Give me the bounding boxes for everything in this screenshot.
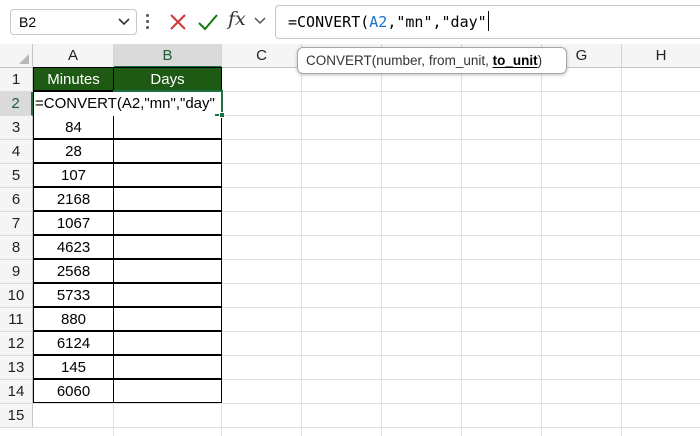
tooltip-function: CONVERT( bbox=[306, 53, 377, 68]
formula-prefix: =CONVERT( bbox=[288, 13, 370, 31]
chevron-down-icon[interactable] bbox=[254, 16, 266, 26]
table-cell-minutes[interactable]: 84 bbox=[33, 115, 114, 139]
row-header-12[interactable]: 12 bbox=[0, 332, 33, 356]
fx-icon[interactable]: fx bbox=[228, 8, 246, 30]
table-cell-days[interactable] bbox=[113, 379, 222, 403]
cell-edit-text[interactable]: =CONVERT(A2,"mn","day" bbox=[34, 92, 215, 116]
table-cell-days[interactable] bbox=[113, 259, 222, 283]
row-header-7[interactable]: 7 bbox=[0, 212, 33, 236]
table-cell-days[interactable] bbox=[113, 307, 222, 331]
row-header-15[interactable]: 15 bbox=[0, 404, 33, 428]
table-cell-minutes[interactable]: 880 bbox=[33, 307, 114, 331]
row-header-13[interactable]: 13 bbox=[0, 356, 33, 380]
chevron-down-icon[interactable] bbox=[118, 17, 130, 27]
tooltip-separator: , bbox=[485, 53, 493, 68]
column-header-h[interactable]: H bbox=[622, 44, 700, 68]
text-caret bbox=[487, 11, 489, 31]
gridline bbox=[301, 68, 302, 436]
table-cell-minutes[interactable]: 5733 bbox=[33, 283, 114, 307]
table-cell-days[interactable] bbox=[113, 355, 222, 379]
row-header-9[interactable]: 9 bbox=[0, 260, 33, 284]
row-header-11[interactable]: 11 bbox=[0, 308, 33, 332]
row-header-1[interactable]: 1 bbox=[0, 68, 33, 92]
tooltip-separator: , bbox=[421, 53, 429, 68]
table-cell-minutes[interactable]: 2168 bbox=[33, 187, 114, 211]
function-tooltip[interactable]: CONVERT(number, from_unit, to_unit) bbox=[297, 47, 567, 74]
row-header-5[interactable]: 5 bbox=[0, 164, 33, 188]
table-cell-days[interactable] bbox=[113, 187, 222, 211]
header-cell-minutes[interactable]: Minutes bbox=[33, 67, 114, 91]
confirm-icon[interactable] bbox=[196, 10, 220, 34]
tooltip-close-paren: ) bbox=[537, 53, 543, 68]
gridline bbox=[381, 68, 382, 436]
table-cell-days[interactable] bbox=[113, 283, 222, 307]
table-cell-days[interactable] bbox=[113, 235, 222, 259]
row-header-10[interactable]: 10 bbox=[0, 284, 33, 308]
table-cell-minutes[interactable]: 2568 bbox=[33, 259, 114, 283]
column-header-a[interactable]: A bbox=[33, 44, 114, 68]
column-header-c[interactable]: C bbox=[222, 44, 302, 68]
row-header-4[interactable]: 4 bbox=[0, 140, 33, 164]
formula-cell-ref: A2 bbox=[369, 13, 388, 31]
tooltip-arg-to-unit[interactable]: to_unit bbox=[493, 53, 538, 68]
column-header-b[interactable]: B bbox=[114, 44, 222, 68]
table-cell-days[interactable] bbox=[113, 211, 222, 235]
table-cell-minutes[interactable]: 28 bbox=[33, 139, 114, 163]
formula-input[interactable]: =CONVERT(A2,"mn","day" bbox=[275, 5, 700, 39]
formula-bar: B2 fx =CONVERT(A2,"mn","day" bbox=[0, 0, 700, 44]
table-cell-minutes[interactable]: 4623 bbox=[33, 235, 114, 259]
cancel-icon[interactable] bbox=[166, 10, 190, 34]
select-all-button[interactable] bbox=[0, 44, 33, 68]
gridline bbox=[33, 427, 700, 428]
row-header-6[interactable]: 6 bbox=[0, 188, 33, 212]
gridline bbox=[541, 68, 542, 436]
row-header-3[interactable]: 3 bbox=[0, 116, 33, 140]
name-box[interactable]: B2 bbox=[10, 9, 137, 35]
table-cell-minutes[interactable]: 145 bbox=[33, 355, 114, 379]
more-dots-icon[interactable] bbox=[146, 14, 150, 30]
table-cell-minutes[interactable]: 1067 bbox=[33, 211, 114, 235]
formula-suffix: ,"mn","day" bbox=[387, 13, 487, 31]
tooltip-arg-number[interactable]: number bbox=[376, 53, 421, 68]
table-cell-minutes[interactable]: 107 bbox=[33, 163, 114, 187]
spreadsheet-grid: A B C D E F G H 1 2 3 4 5 6 7 8 9 10 11 … bbox=[0, 44, 700, 436]
gridline bbox=[621, 68, 622, 436]
table-cell-days[interactable] bbox=[113, 331, 222, 355]
row-header-2[interactable]: 2 bbox=[0, 92, 33, 116]
table-cell-minutes[interactable]: 6124 bbox=[33, 331, 114, 355]
fill-handle[interactable] bbox=[219, 112, 225, 118]
gridline bbox=[461, 68, 462, 436]
name-box-value: B2 bbox=[19, 14, 37, 30]
table-cell-days[interactable] bbox=[113, 163, 222, 187]
row-header-14[interactable]: 14 bbox=[0, 380, 33, 404]
table-cell-minutes[interactable]: 6060 bbox=[33, 379, 114, 403]
gridline bbox=[33, 403, 700, 404]
tooltip-arg-from-unit[interactable]: from_unit bbox=[429, 53, 485, 68]
header-cell-days[interactable]: Days bbox=[113, 67, 222, 91]
row-header-8[interactable]: 8 bbox=[0, 236, 33, 260]
table-cell-days[interactable] bbox=[113, 139, 222, 163]
table-cell-days[interactable] bbox=[113, 115, 222, 139]
